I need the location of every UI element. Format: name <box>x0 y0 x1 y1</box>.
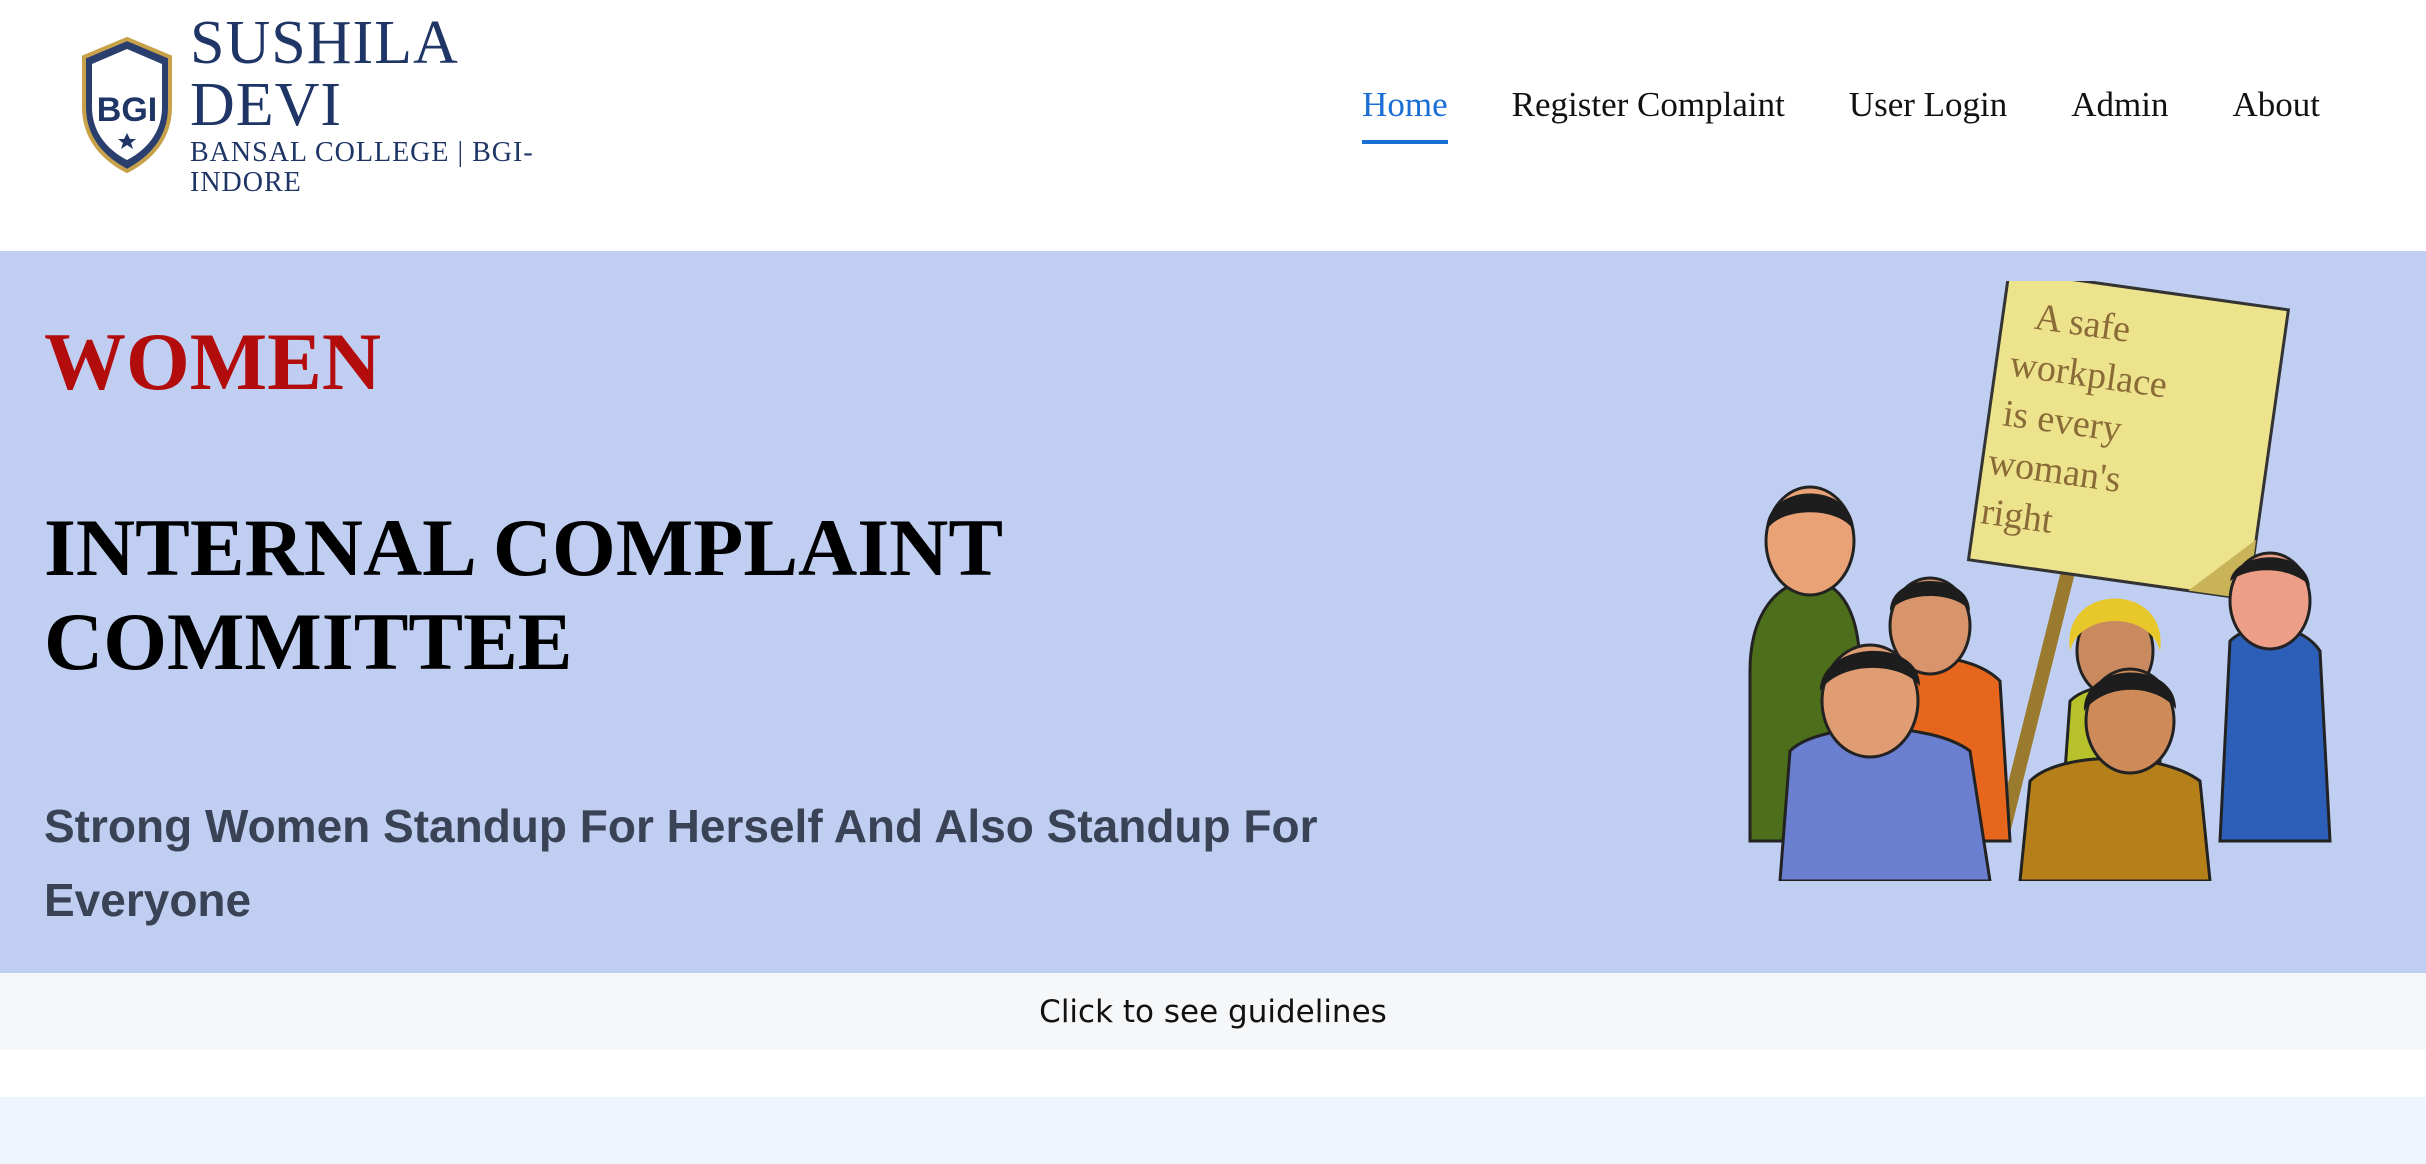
hero-banner: WOMEN INTERNAL COMPLAINT COMMITTEE Stron… <box>0 251 2426 973</box>
nav-home[interactable]: Home <box>1362 84 1448 144</box>
women-group-placard-illustration: A safe workplace is every woman's right <box>1748 281 2332 881</box>
nav-admin[interactable]: Admin <box>2071 84 2168 126</box>
nav-register-complaint[interactable]: Register Complaint <box>1512 84 1785 126</box>
hero-tagline: Strong Women Standup For Herself And Als… <box>44 800 1318 926</box>
guidelines-label: Click to see guidelines <box>1039 993 1387 1030</box>
hero-committee-title: INTERNAL COMPLAINT COMMITTEE <box>44 502 1002 687</box>
nav-about[interactable]: About <box>2233 84 2321 126</box>
logo-text: SUSHILA DEVI BANSAL COLLEGE | BGI-INDORE <box>190 12 568 198</box>
logo-title: SUSHILA DEVI <box>190 9 456 139</box>
svg-text:BGI: BGI <box>97 91 157 129</box>
college-logo[interactable]: BGI SUSHILA DEVI BANSAL COLLEGE | BGI-IN… <box>78 12 568 198</box>
main-nav: Home Register Complaint User Login Admin… <box>1362 84 2321 144</box>
guidelines-toggle[interactable]: Click to see guidelines <box>0 973 2426 1050</box>
logo-subtitle: BANSAL COLLEGE | BGI-INDORE <box>190 137 534 198</box>
hero-women-heading: WOMEN <box>44 316 382 407</box>
shield-logo-icon: BGI <box>82 36 172 174</box>
content-section-top <box>0 1097 2426 1164</box>
nav-user-login[interactable]: User Login <box>1849 84 2007 126</box>
site-header: BGI SUSHILA DEVI BANSAL COLLEGE | BGI-IN… <box>0 0 2426 251</box>
